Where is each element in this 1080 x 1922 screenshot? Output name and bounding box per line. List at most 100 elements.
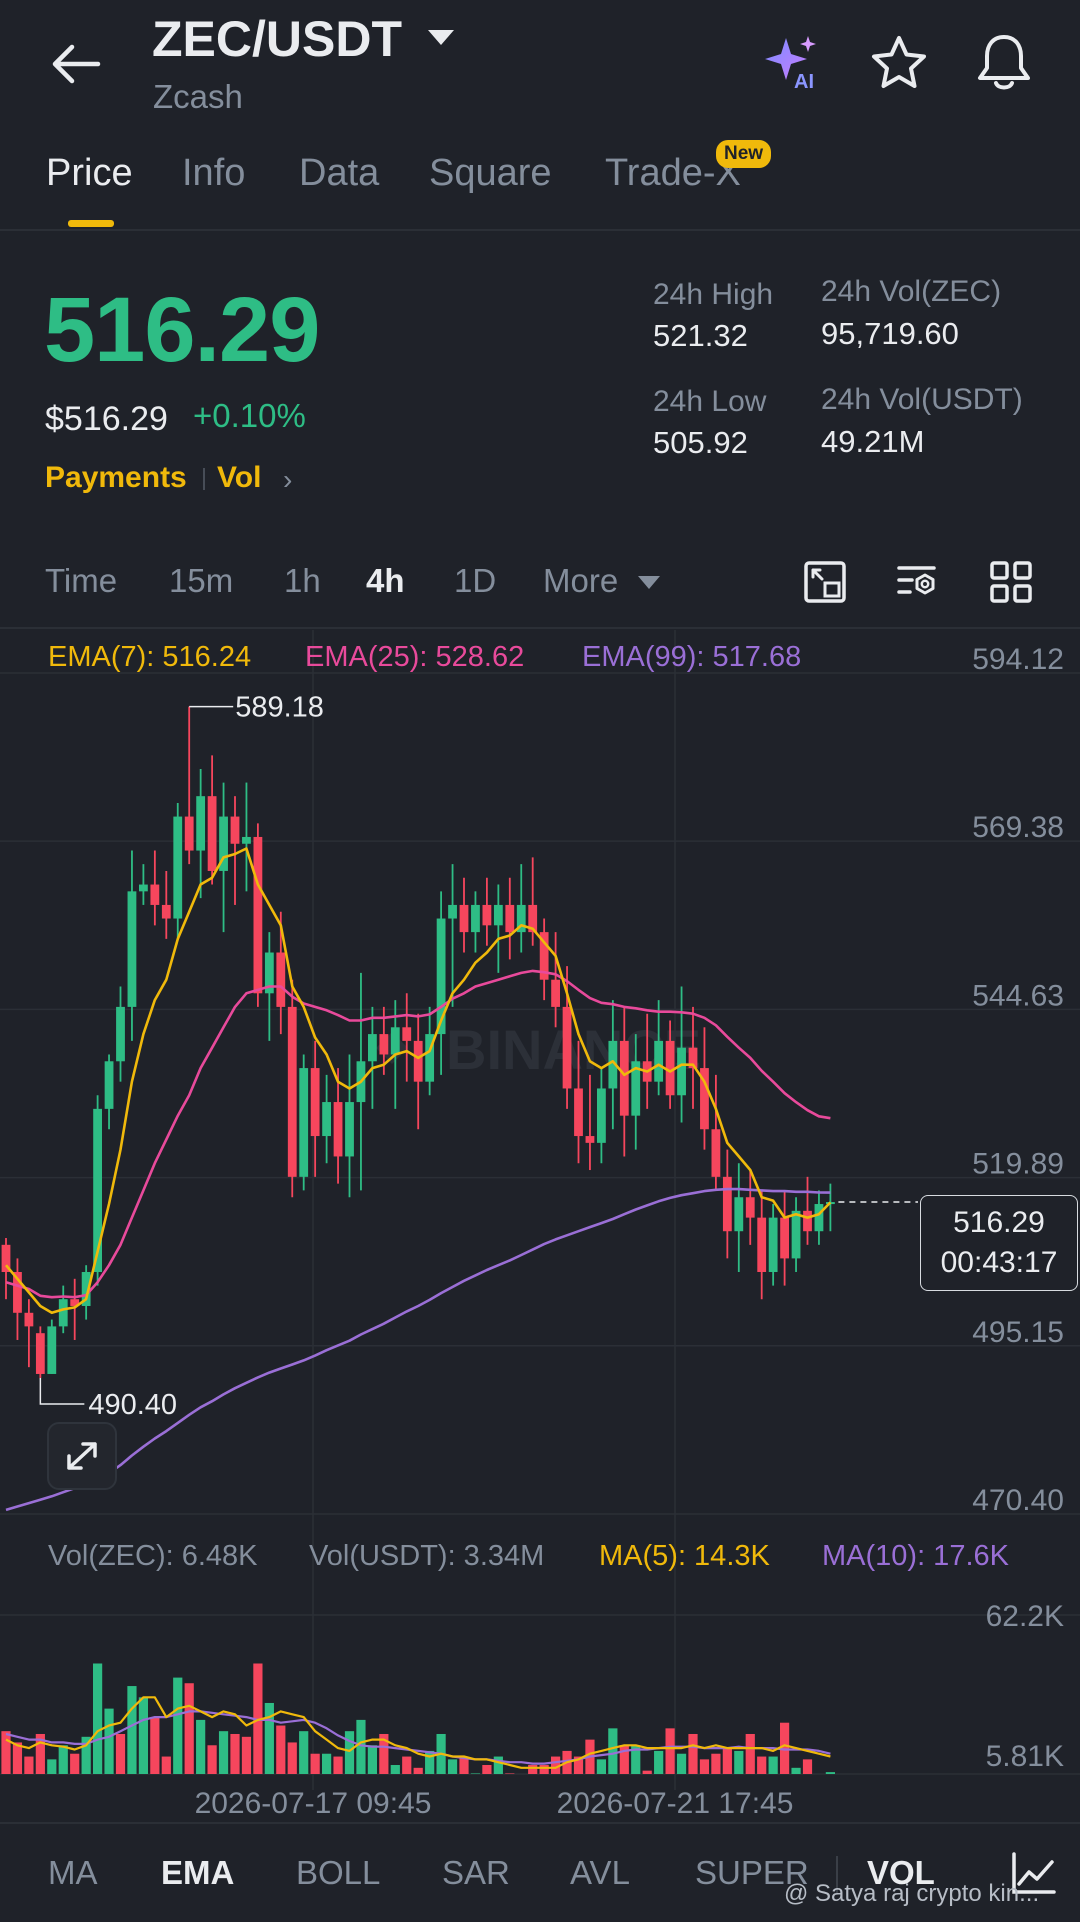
chart-settings-icon[interactable]	[896, 560, 940, 604]
bell-icon[interactable]	[975, 32, 1033, 92]
volume-axis-tick: 5.81K	[986, 1740, 1064, 1773]
volume-bar	[768, 1756, 778, 1774]
chevron-right-icon[interactable]: ›	[283, 464, 292, 496]
divider	[0, 1822, 1080, 1824]
vol-quote-legend: Vol(USDT): 3.34M	[309, 1540, 545, 1572]
volume-bar	[711, 1753, 721, 1774]
candle-body	[413, 1040, 423, 1082]
volume-bar	[757, 1756, 767, 1774]
volume-bar	[802, 1759, 813, 1774]
price-change-percent: +0.10%	[193, 397, 306, 434]
candle-body	[780, 1217, 789, 1259]
candle-body	[768, 1217, 778, 1273]
tag-vol[interactable]: Vol	[217, 461, 261, 495]
candle-body	[791, 1210, 801, 1259]
back-arrow-icon[interactable]	[48, 36, 104, 92]
volume-bar	[299, 1731, 309, 1774]
volume-bar	[24, 1756, 34, 1774]
candle-body	[310, 1068, 320, 1137]
candle-body	[677, 1047, 686, 1096]
volume-bar	[276, 1725, 286, 1774]
vol-base-legend: Vol(ZEC): 6.48K	[48, 1540, 258, 1572]
ema99-line	[5, 1187, 831, 1512]
layout-grid-icon[interactable]	[989, 560, 1033, 604]
candle-body	[116, 1006, 125, 1062]
volume-bar	[642, 1770, 652, 1774]
tab-price[interactable]: Price	[46, 152, 133, 195]
pair-dropdown-caret-icon[interactable]	[428, 30, 454, 45]
candle-body	[139, 884, 148, 892]
interval-time[interactable]: Time	[45, 562, 117, 600]
low-annotation-leader	[39, 1378, 85, 1405]
price-axis-tick: 544.63	[972, 979, 1064, 1012]
volume-bar	[196, 1719, 206, 1774]
indicator-sar[interactable]: SAR	[442, 1854, 510, 1892]
volume-bar	[447, 1759, 458, 1774]
more-caret-icon[interactable]	[638, 576, 660, 589]
volume-bar	[184, 1683, 194, 1774]
candle-countdown: 00:43:17	[940, 1246, 1058, 1279]
tab-data[interactable]: Data	[299, 152, 379, 195]
stat-vol-base-value: 95,719.60	[821, 316, 959, 351]
candle-body	[333, 1102, 343, 1157]
volume-bar	[734, 1750, 744, 1774]
coin-name: Zcash	[153, 78, 243, 115]
candle-body	[368, 1034, 377, 1062]
tab-square[interactable]: Square	[429, 152, 552, 195]
star-icon[interactable]	[870, 34, 928, 92]
price-chart[interactable]: BINANCE594.12569.38544.63519.89495.15470…	[0, 630, 1080, 1820]
volume-bar	[310, 1753, 320, 1774]
interval-more[interactable]: More	[543, 562, 618, 600]
tag-payments[interactable]: Payments	[45, 461, 187, 495]
indicator-avl[interactable]: AVL	[570, 1854, 630, 1892]
fullscreen-icon[interactable]	[803, 560, 847, 604]
candle-body	[493, 904, 503, 926]
candle-body	[459, 904, 469, 933]
volume-bar	[665, 1728, 675, 1774]
high-annotation: 589.18	[235, 692, 324, 724]
chart-grid	[0, 630, 1080, 1790]
volume-bar	[58, 1745, 68, 1774]
candle-body	[734, 1197, 744, 1232]
volume-bar	[322, 1753, 332, 1774]
indicator-ema[interactable]: EMA	[161, 1854, 234, 1892]
svg-text:AI: AI	[794, 71, 814, 90]
active-tab-indicator	[68, 220, 114, 227]
volume-bar	[138, 1697, 148, 1774]
volume-bar	[115, 1733, 126, 1774]
volume-bar	[608, 1728, 618, 1774]
candle-body	[58, 1299, 68, 1327]
volume-bar	[745, 1733, 755, 1774]
ai-sparkle-icon[interactable]: AI	[764, 34, 826, 90]
interval-15m[interactable]: 15m	[169, 562, 233, 600]
volume-bar	[104, 1708, 114, 1774]
interval-1d[interactable]: 1D	[454, 562, 496, 600]
candle-body	[322, 1102, 331, 1137]
candle-body	[436, 918, 446, 1035]
current-price-value: 516.29	[953, 1206, 1045, 1239]
interval-4h[interactable]: 4h	[366, 562, 405, 600]
interval-1h[interactable]: 1h	[284, 562, 321, 600]
indicator-boll[interactable]: BOLL	[296, 1854, 380, 1892]
volume-bar	[791, 1767, 801, 1774]
volume-bar	[676, 1753, 687, 1774]
volume-bar	[207, 1745, 217, 1774]
tab-info[interactable]: Info	[182, 152, 245, 195]
indicator-ma[interactable]: MA	[48, 1854, 98, 1892]
time-axis-tick: 2026-07-17 09:45	[195, 1787, 432, 1820]
stat-vol-quote-value: 49.21M	[821, 424, 925, 459]
expand-chart-button[interactable]	[47, 1422, 117, 1490]
volume-bar	[287, 1742, 297, 1774]
ema7-legend: EMA(7): 516.24	[48, 641, 252, 673]
volume-bar	[1, 1731, 11, 1774]
candle-body	[722, 1176, 732, 1232]
pair-title[interactable]: ZEC/USDT	[152, 10, 402, 68]
volume-bar	[528, 1765, 538, 1774]
candle-body	[345, 1102, 354, 1157]
divider	[0, 627, 1080, 629]
candle-body	[574, 1088, 583, 1137]
volume-bar	[333, 1756, 343, 1774]
candles	[1, 706, 835, 1379]
watermark-text: @ Satya raj crypto kin...	[784, 1880, 1040, 1907]
volume-bar	[425, 1750, 435, 1774]
